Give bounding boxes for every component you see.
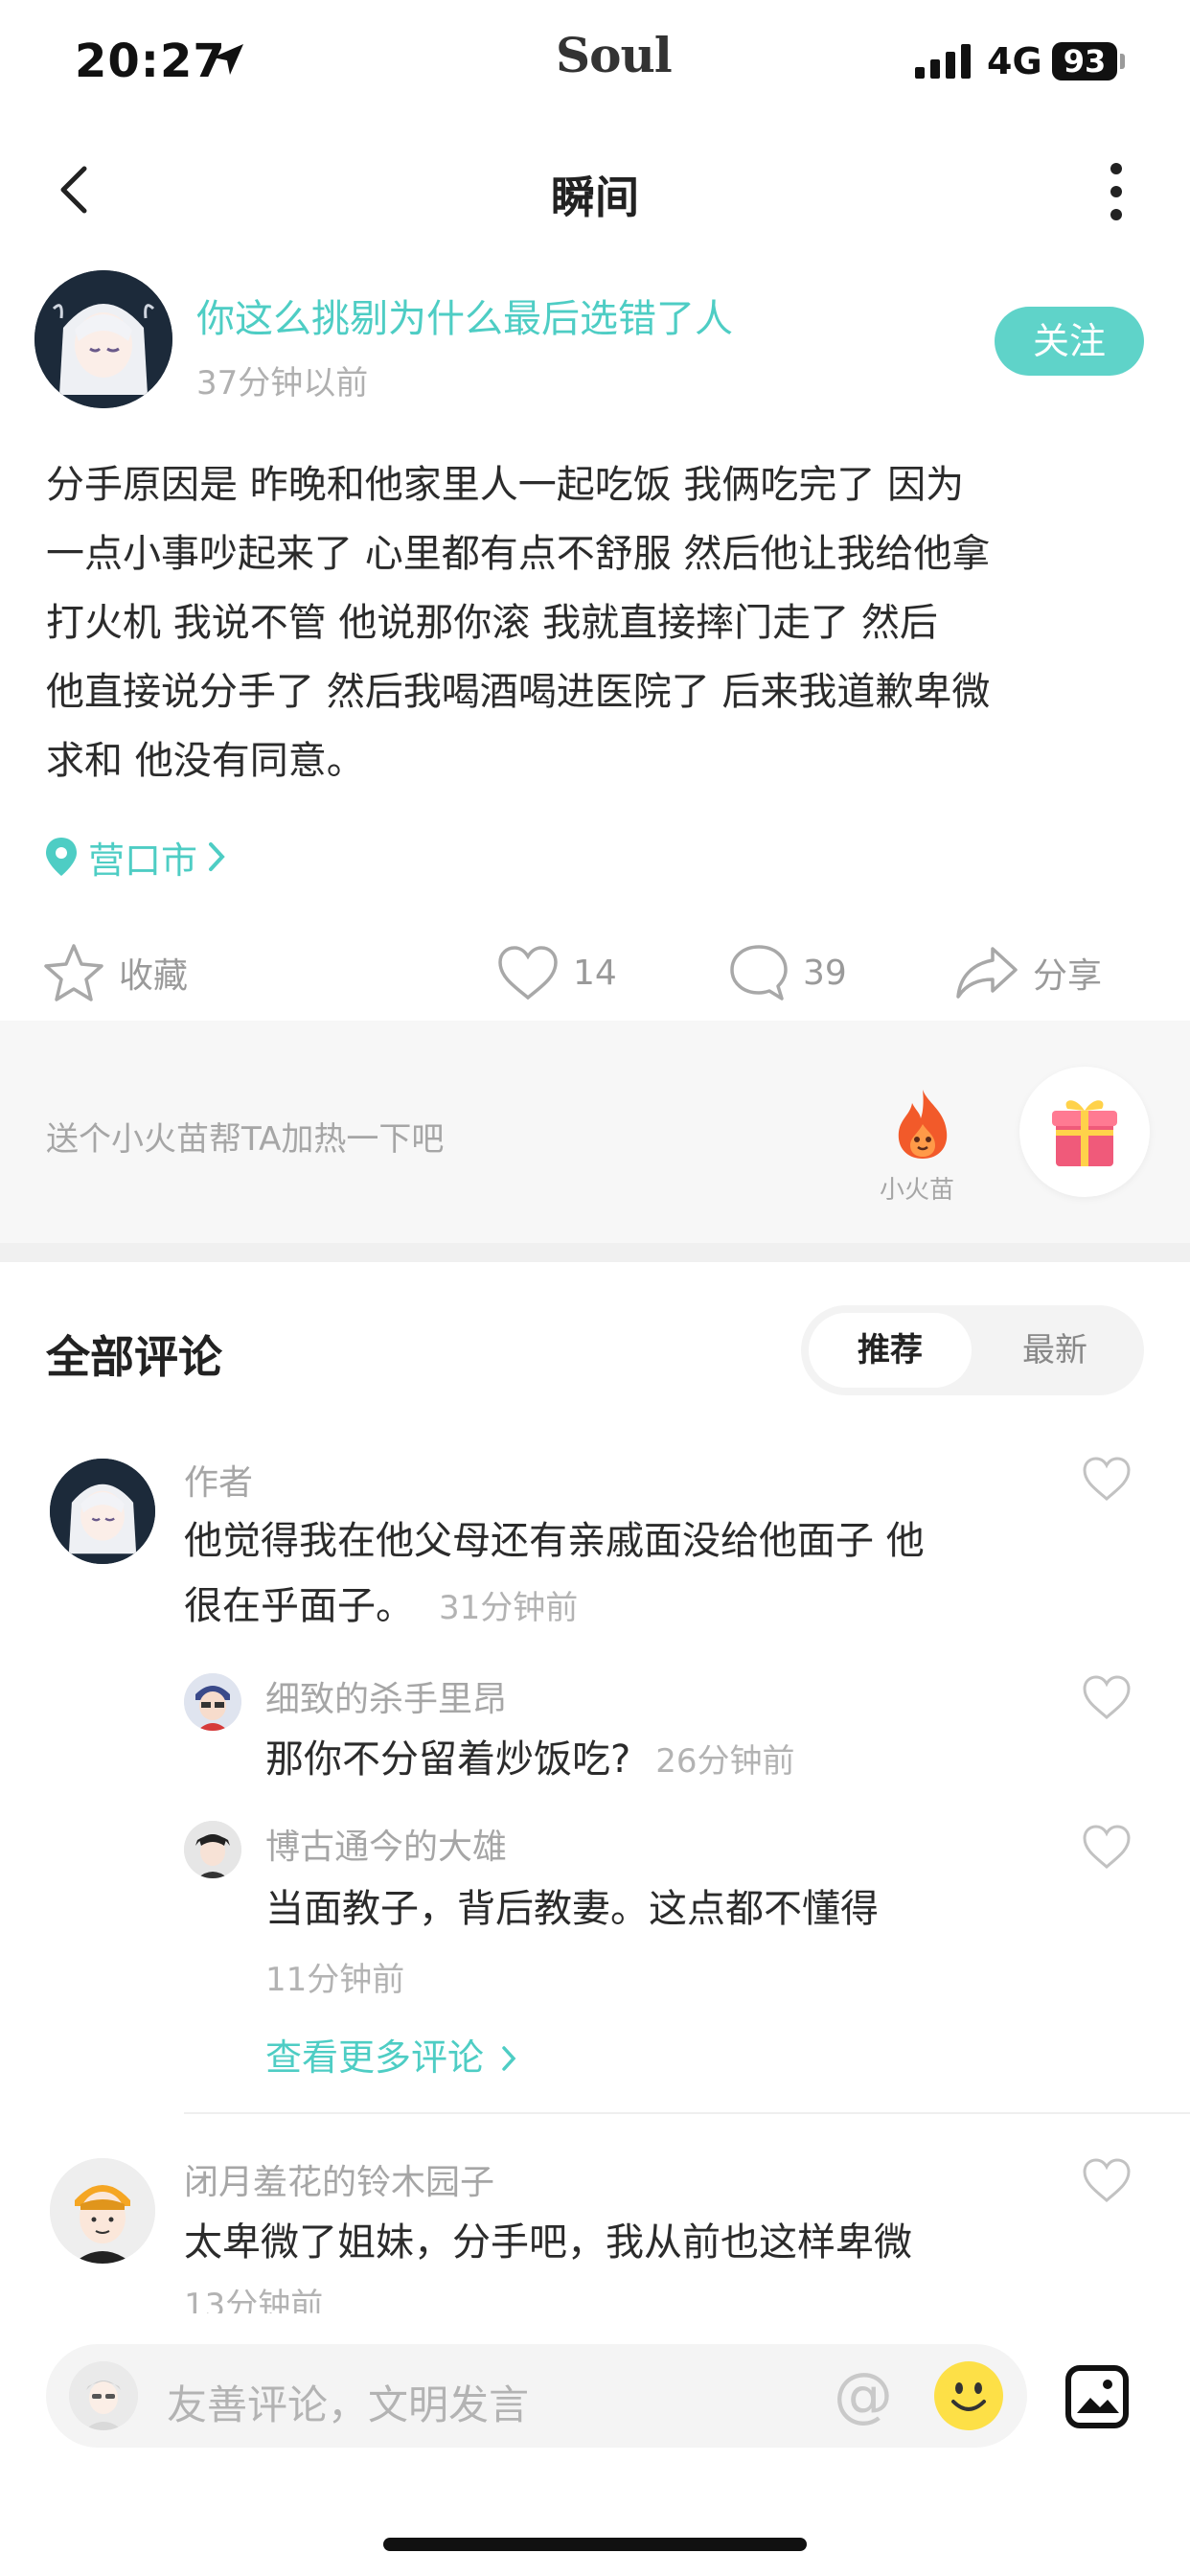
chevron-right-icon [209,842,225,871]
location-label: 营口市 [88,839,198,882]
heart-icon [498,946,558,1000]
section-divider [0,1243,1190,1262]
reply-author-name[interactable]: 博古通今的大雄 [265,1819,507,1869]
post-line: 求和 他没有同意。 [46,739,365,783]
reply-time: 26分钟前 [655,1742,795,1781]
comment-text-continued: 很在乎面子。 [184,1584,414,1628]
commenter-avatar[interactable] [50,1459,155,1564]
post-actions: 收藏 14 39 分享 [0,934,1190,1011]
reply-text-row: 那你不分留着炒饭吃? 26分钟前 [265,1727,795,1794]
at-icon[interactable]: @ [834,2365,893,2425]
location-arrow-icon [213,44,243,75]
post-line: 他直接说分手了 然后我喝酒喝进医院了 后来我道歉卑微 [46,670,991,714]
heart-icon[interactable] [1081,2156,1133,2204]
comment-text-line2: 很在乎面子。 31分钟前 [184,1574,578,1641]
status-bar: 20:27 Soul 4G 93 [0,0,1190,125]
follow-button[interactable]: 关注 [995,307,1144,376]
my-avatar [69,2361,138,2430]
comment-bubble-icon [730,945,788,1000]
reply-author-name[interactable]: 细致的杀手里昂 [265,1671,507,1721]
app-logo: Soul [556,27,673,83]
comment-text: 太卑微了姐妹，分手吧，我从前也这样卑微 [184,2220,912,2265]
sort-latest[interactable]: 最新 [973,1313,1136,1388]
view-more-comments[interactable]: 查看更多评论 [265,2028,520,2081]
collect-button[interactable]: 收藏 [42,934,188,1011]
comment-time: 31分钟前 [439,1589,579,1627]
status-time: 20:27 [75,34,226,88]
gift-button[interactable] [1019,1067,1150,1197]
reply-avatar[interactable] [184,1821,241,1878]
share-button[interactable]: 分享 [954,934,1102,1011]
network-type: 4G [987,40,1042,82]
post-line: 分手原因是 昨晚和他家里人一起吃饭 我俩吃完了 因为 [46,463,965,507]
flame-label: 小火苗 [880,1176,955,1205]
gift-section: 送个小火苗帮TA加热一下吧 小火苗 [0,1021,1190,1243]
location-tag[interactable]: 营口市 [44,830,230,884]
reply-text: 那你不分留着炒饭吃? [265,1737,631,1782]
more-icon[interactable] [1102,161,1131,222]
comment-author-name[interactable]: 作者 [184,1455,253,1505]
heart-icon[interactable] [1081,1455,1133,1503]
chevron-right-icon [502,2046,516,2071]
collect-label: 收藏 [119,956,189,996]
heart-icon[interactable] [1081,1823,1133,1871]
post-line: 一点小事吵起来了 心里都有点不舒服 然后他让我给他拿 [46,532,991,576]
comment-author-name[interactable]: 闭月羞花的铃木园子 [184,2154,494,2204]
reply-time: 11分钟前 [265,1961,405,1999]
share-icon [956,947,1018,999]
page-title: 瞬间 [551,172,639,223]
sort-toggle: 推荐 最新 [801,1305,1144,1395]
image-icon[interactable] [1065,2365,1129,2428]
heart-icon[interactable] [1081,1673,1133,1721]
sort-recommended[interactable]: 推荐 [809,1313,972,1388]
home-indicator [383,2538,807,2551]
post-time: 37分钟以前 [196,364,369,402]
like-count: 14 [573,953,617,993]
share-label: 分享 [1033,956,1103,996]
comment-count: 39 [803,953,847,993]
battery-icon: 93 [1052,42,1117,80]
signal-icon [915,44,971,79]
comment-text: 他觉得我在他父母还有亲戚面没给他面子 他 [184,1519,925,1563]
emoji-icon[interactable] [932,2359,1005,2432]
comment-input[interactable]: 友善评论，文明发言 [167,2373,529,2431]
reply-text: 当面教子，背后教妻。这点都不懂得 [265,1887,879,1931]
comment-button[interactable]: 39 [728,934,847,1011]
author-name[interactable]: 你这么挑剔为什么最后选错了人 [196,288,733,343]
like-button[interactable]: 14 [496,934,617,1011]
view-more-label: 查看更多评论 [265,2036,485,2079]
author-avatar[interactable] [34,270,172,408]
post-line: 打火机 我说不管 他说那你滚 我就直接摔门走了 然后 [46,601,938,645]
commenter-avatar[interactable] [50,2158,155,2264]
star-icon [44,944,103,1001]
gift-icon [1052,1100,1117,1166]
comment-divider [184,2112,1190,2114]
location-pin-icon [46,838,77,876]
comments-title: 全部评论 [46,1331,222,1383]
nav-bar: 瞬间 [0,134,1190,245]
post-content: 分手原因是 昨晚和他家里人一起吃饭 我俩吃完了 因为 一点小事吵起来了 心里都有… [46,450,1148,795]
flame-icon[interactable] [889,1086,956,1162]
comment-time-clip: 13分钟前 [0,2279,1190,2313]
comment-input-bar[interactable]: 友善评论，文明发言 @ [46,2344,1027,2448]
battery-tip [1120,54,1125,69]
comment-time: 13分钟前 [184,2287,324,2313]
reply-avatar[interactable] [184,1673,241,1731]
gift-prompt: 送个小火苗帮TA加热一下吧 [46,1120,445,1159]
